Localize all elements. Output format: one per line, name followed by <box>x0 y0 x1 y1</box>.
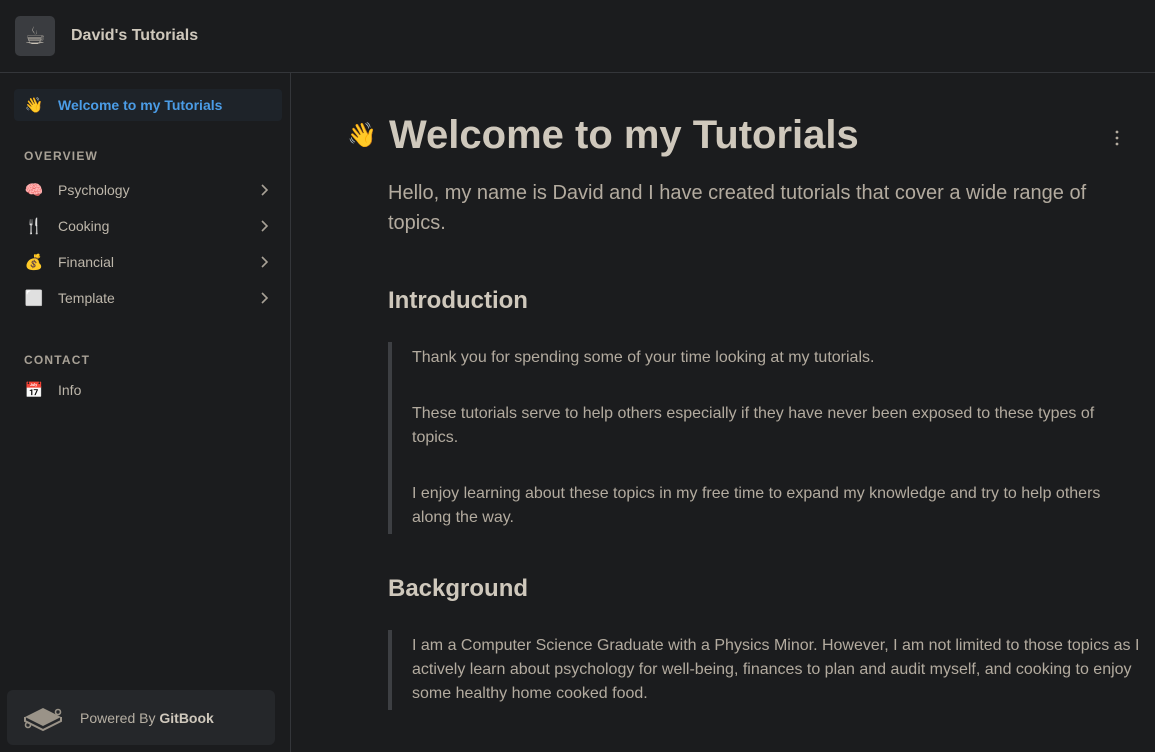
waving-hand-icon: 👋 <box>347 122 377 149</box>
sidebar-item-psychology[interactable]: 🧠 Psychology <box>14 174 282 206</box>
page-title-row: 👋 Welcome to my Tutorials <box>347 113 859 158</box>
main-content: 👋 Welcome to my Tutorials Hello, my name… <box>292 73 1155 752</box>
blockquote-introduction: Thank you for spending some of your time… <box>388 342 1140 534</box>
page-title: Welcome to my Tutorials <box>389 113 859 157</box>
sidebar-item-welcome[interactable]: 👋 Welcome to my Tutorials <box>14 89 282 121</box>
sidebar-item-financial[interactable]: 💰 Financial <box>14 246 282 278</box>
chevron-right-icon[interactable] <box>256 218 272 234</box>
gitbook-icon <box>24 707 62 731</box>
sidebar-item-template[interactable]: ⬜ Template <box>14 282 282 314</box>
site-title[interactable]: David's Tutorials <box>71 27 198 45</box>
section-heading-introduction: Introduction <box>388 287 528 314</box>
waving-hand-icon: 👋 <box>24 97 44 114</box>
sidebar-item-label: Financial <box>58 254 115 270</box>
sidebar-item-info[interactable]: 📅 Info <box>14 374 282 406</box>
sidebar-item-label: Cooking <box>58 218 110 234</box>
section-heading-background: Background <box>388 575 529 602</box>
sidebar-item-label: Welcome to my Tutorials <box>58 97 223 113</box>
site-logo[interactable]: ☕ <box>15 16 55 56</box>
paragraph: Thank you for spending some of your time… <box>412 349 875 366</box>
chevron-right-icon[interactable] <box>256 182 272 198</box>
paragraph: I am a Computer Science Graduate with a … <box>412 637 1140 702</box>
gitbook-brand: GitBook <box>159 709 214 726</box>
sidebar-item-cooking[interactable]: 🍴 Cooking <box>14 210 282 242</box>
page-lead: Hello, my name is David and I have creat… <box>388 182 1087 234</box>
calendar-icon: 📅 <box>24 382 44 399</box>
section-heading-overview: OVERVIEW <box>24 149 99 163</box>
sidebar-item-label: Info <box>58 382 82 398</box>
chevron-right-icon[interactable] <box>256 290 272 306</box>
money-bag-icon: 💰 <box>24 254 44 271</box>
coffee-cup-icon: ☕ <box>24 22 46 50</box>
powered-by-text: Powered By GitBook <box>80 710 214 726</box>
powered-by-gitbook-link[interactable]: Powered By GitBook <box>7 690 275 745</box>
top-bar: ☕ David's Tutorials <box>0 0 1155 73</box>
chevron-right-icon[interactable] <box>256 254 272 270</box>
white-square-icon: ⬜ <box>24 290 44 307</box>
more-options-icon[interactable] <box>1109 129 1125 147</box>
blockquote-background: I am a Computer Science Graduate with a … <box>388 630 1140 710</box>
sidebar-item-label: Psychology <box>58 182 130 198</box>
section-heading-contact: CONTACT <box>24 353 91 367</box>
paragraph: These tutorials serve to help others esp… <box>412 405 1095 446</box>
powered-by-prefix: Powered By <box>80 709 156 726</box>
paragraph: I enjoy learning about these topics in m… <box>412 485 1101 526</box>
brain-icon: 🧠 <box>24 182 44 199</box>
fork-knife-icon: 🍴 <box>24 218 44 235</box>
sidebar: 👋 Welcome to my Tutorials OVERVIEW 🧠 Psy… <box>0 73 291 752</box>
sidebar-item-label: Template <box>58 290 115 306</box>
